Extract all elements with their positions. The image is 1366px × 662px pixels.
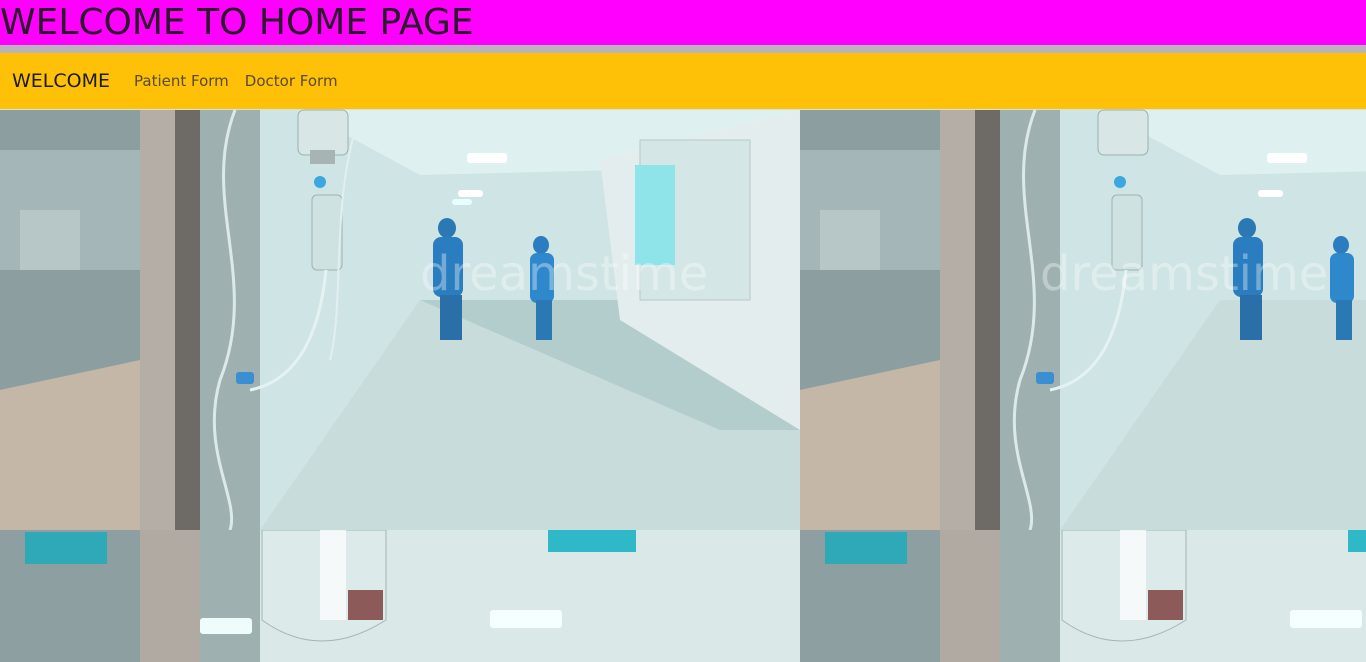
navbar: WELCOME Patient Form Doctor Form [0,53,1366,109]
page-title: WELCOME TO HOME PAGE [0,2,474,43]
navbar-brand[interactable]: WELCOME [12,70,110,92]
welcome-banner: WELCOME TO HOME PAGE [0,0,1366,45]
nav-link-doctor-form[interactable]: Doctor Form [237,72,346,90]
background-tile-iv-drip [0,530,800,662]
svg-text:dreamstime: dreamstime [1040,246,1328,302]
svg-text:dreamstime: dreamstime [420,246,708,302]
nav-link-patient-form[interactable]: Patient Form [126,72,237,90]
nav-links: Patient Form Doctor Form [126,72,346,90]
background-tile-iv-drip [800,530,1366,662]
divider [0,45,1366,53]
